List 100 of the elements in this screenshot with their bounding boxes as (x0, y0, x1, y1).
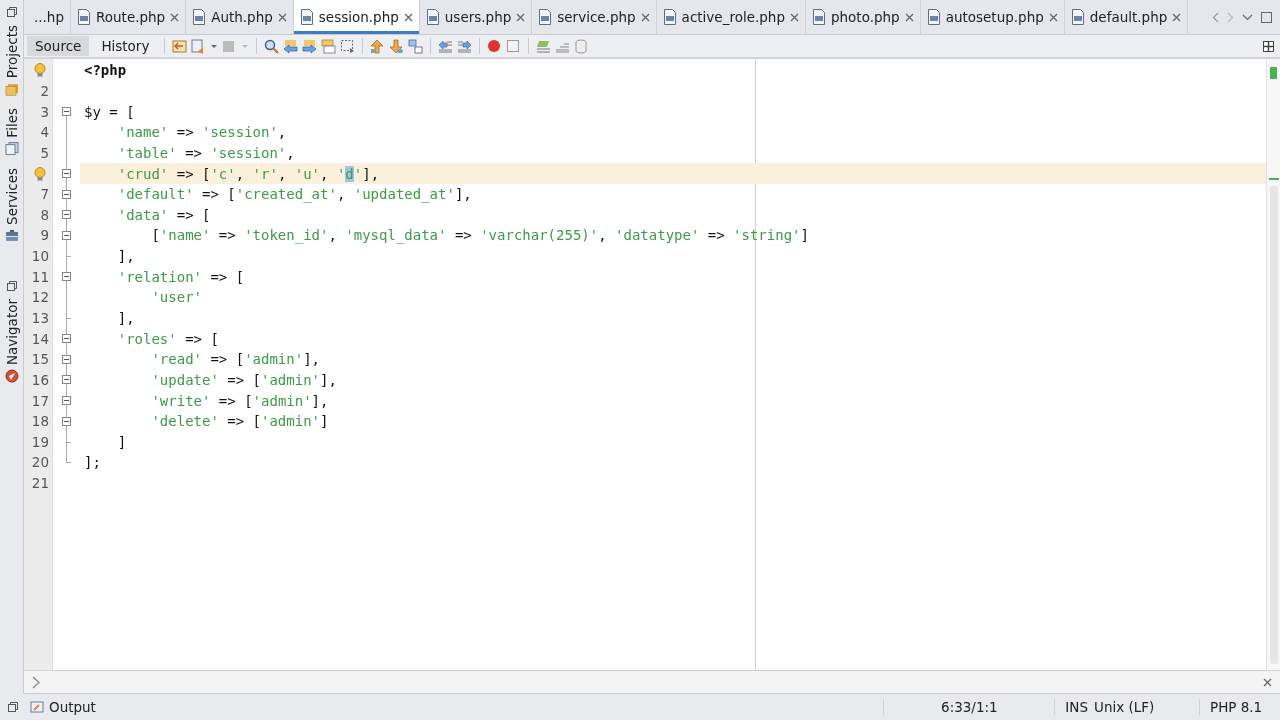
lightbulb-icon[interactable] (33, 166, 46, 181)
fold-collapse-icon[interactable] (62, 272, 71, 282)
side-panel-tab[interactable]: Files (3, 104, 20, 160)
fold-collapse-icon[interactable] (62, 210, 71, 220)
close-icon[interactable] (640, 12, 650, 22)
code-line: 'relation' => [ (117, 268, 245, 285)
file-tab[interactable]: ...hp (28, 0, 71, 34)
side-panel-tab[interactable]: Projects (3, 21, 20, 101)
shift-right-icon[interactable] (457, 38, 473, 54)
fold-collapse-icon[interactable] (62, 169, 71, 178)
line-number: 20 (31, 454, 49, 471)
lightbulb-icon[interactable] (33, 63, 46, 78)
split-icon[interactable] (1263, 40, 1274, 52)
side-panel-tab[interactable]: Services (3, 163, 20, 247)
line-number: 14 (31, 330, 49, 347)
maximize-icon[interactable] (1261, 11, 1272, 23)
line-endings[interactable]: Unix (LF) (1092, 699, 1199, 715)
close-icon[interactable] (170, 12, 180, 22)
fold-collapse-icon[interactable] (62, 396, 71, 406)
line-number: 19 (31, 433, 49, 450)
arrow-right-icon[interactable] (302, 38, 318, 54)
code-line: 'read' => ['admin'], (151, 351, 321, 368)
record-icon[interactable] (487, 38, 503, 54)
line-number: 4 (40, 124, 49, 141)
file-tab[interactable]: users.php (419, 0, 533, 34)
documents-icon (4, 141, 19, 156)
php-file-icon (926, 9, 941, 25)
output-panel-tab[interactable]: Output (30, 699, 96, 715)
line-number: 7 (40, 186, 49, 203)
file-tab[interactable]: session.php (293, 0, 420, 34)
file-tab[interactable]: autosetup.php (920, 0, 1065, 34)
code-line: <?php (84, 62, 127, 79)
close-icon[interactable] (904, 12, 914, 22)
code-line: 'write' => ['admin'], (151, 392, 329, 409)
code-line: ] (117, 433, 127, 450)
side-panel-tab[interactable]: Navigator (3, 294, 20, 387)
code-line: 'data' => [ (117, 206, 211, 223)
stop-icon[interactable] (506, 38, 522, 54)
php-file-icon (77, 9, 91, 25)
language-label: PHP 8.1 (1199, 699, 1280, 715)
fold-collapse-icon[interactable] (62, 354, 71, 364)
status-ok-mark (1270, 67, 1277, 79)
chevron-right-icon[interactable] (32, 675, 40, 689)
restore-icon[interactable] (6, 280, 17, 291)
line-number: 18 (31, 413, 49, 430)
arrow-down-icon[interactable] (389, 38, 405, 54)
file-tab[interactable]: Route.php (71, 0, 187, 34)
restore-icon[interactable] (6, 7, 17, 17)
file-tab[interactable]: default.php (1064, 0, 1189, 34)
fold-collapse-icon[interactable] (62, 416, 71, 426)
fold-collapse-icon[interactable] (62, 189, 71, 199)
code-line: 'update' => ['admin'], (151, 371, 337, 388)
caret-position[interactable]: 6:33/1:1 (883, 699, 1025, 715)
php-file-icon (299, 9, 314, 25)
console-icon (30, 700, 44, 714)
close-icon[interactable] (277, 12, 287, 22)
close-icon[interactable] (403, 12, 413, 22)
line-number: 17 (31, 392, 49, 409)
file-tab[interactable]: Auth.php (186, 0, 294, 34)
back-history-icon[interactable] (172, 38, 188, 54)
php-file-icon (811, 9, 826, 25)
code-line: 'roles' => [ (117, 330, 219, 347)
arrow-left-icon[interactable] (283, 38, 299, 54)
fold-collapse-icon[interactable] (62, 230, 71, 240)
close-icon[interactable] (1048, 12, 1058, 22)
highlight-icon[interactable] (321, 38, 337, 54)
line-number: 9 (40, 227, 49, 244)
line-number: 3 (40, 103, 49, 120)
close-icon[interactable] (516, 12, 526, 22)
search-icon[interactable] (264, 38, 280, 54)
shapes-icon[interactable] (408, 38, 424, 54)
fold-collapse-icon[interactable] (62, 334, 71, 344)
selection-icon[interactable] (340, 38, 356, 54)
restore-icon[interactable] (8, 702, 18, 712)
code-line: 'name' => 'session', (117, 124, 287, 141)
fold-collapse-icon[interactable] (62, 107, 71, 117)
line-number: 15 (31, 351, 49, 368)
arrow-up-icon[interactable] (370, 38, 386, 54)
code-line: ], (117, 248, 135, 265)
insert-mode[interactable]: INS (1054, 699, 1092, 715)
line-number: 8 (40, 206, 49, 223)
php-file-icon (192, 9, 207, 25)
line-number: 11 (31, 268, 49, 285)
file-tab[interactable]: photo.php (805, 0, 921, 34)
stripe-mark[interactable] (1268, 178, 1279, 180)
code-line: 'user' (151, 289, 202, 306)
code-line: 'delete' => ['admin'] (151, 413, 329, 430)
fold-collapse-icon[interactable] (62, 375, 71, 385)
chevron-down-icon[interactable] (1242, 13, 1253, 21)
close-icon[interactable] (1263, 677, 1272, 687)
view-tab[interactable]: Source (27, 36, 90, 56)
code-line: ['name' => 'token_id', 'mysql_data' => 'varchar(255)', 'datatype' => 'string'] (151, 227, 809, 244)
close-icon[interactable] (1172, 12, 1182, 22)
line-number: 2 (40, 82, 49, 99)
shift-left-icon[interactable] (438, 38, 454, 54)
close-icon[interactable] (789, 12, 799, 22)
php-file-icon (538, 9, 553, 25)
file-tab[interactable]: service.php (532, 0, 657, 34)
file-tab[interactable]: active_role.php (656, 0, 806, 34)
view-tab[interactable]: History (93, 36, 158, 56)
